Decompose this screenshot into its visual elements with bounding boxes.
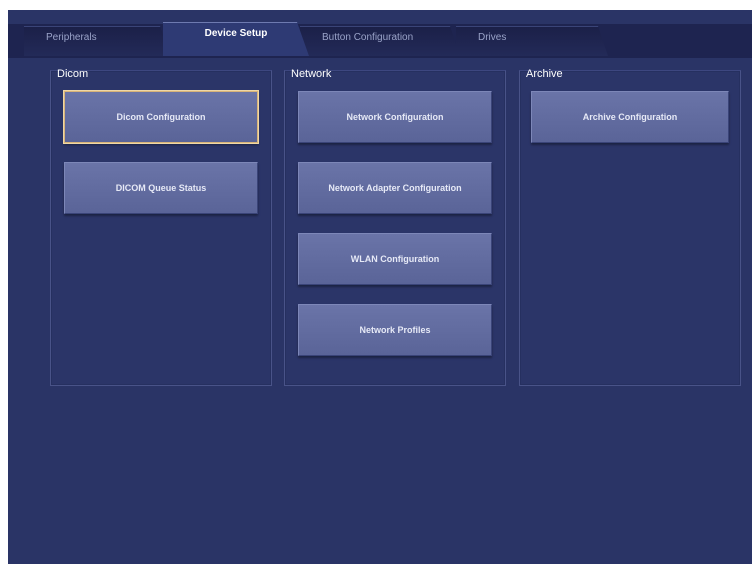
dicom-queue-status-button[interactable]: DICOM Queue Status: [64, 162, 258, 214]
dicom-group: Dicom Dicom Configuration DICOM Queue St…: [50, 68, 272, 386]
archive-group: Archive Archive Configuration: [519, 68, 741, 386]
network-group: Network Network Configuration Network Ad…: [284, 68, 506, 386]
network-adapter-configuration-button[interactable]: Network Adapter Configuration: [298, 162, 492, 214]
tab-button-configuration-label: Button Configuration: [322, 32, 414, 43]
network-configuration-button[interactable]: Network Configuration: [298, 91, 492, 143]
dicom-queue-status-label: DICOM Queue Status: [115, 183, 207, 193]
tab-button-configuration[interactable]: Button Configuration: [300, 26, 460, 56]
tab-device-setup-label: Device Setup: [204, 28, 268, 39]
archive-configuration-button[interactable]: Archive Configuration: [531, 91, 729, 143]
dicom-configuration-label: Dicom Configuration: [116, 112, 206, 122]
wlan-configuration-label: WLAN Configuration: [350, 254, 440, 264]
tab-peripherals-label: Peripherals: [46, 32, 97, 43]
tab-peripherals[interactable]: Peripherals: [24, 26, 170, 56]
tab-device-setup[interactable]: Device Setup: [163, 22, 309, 56]
archive-configuration-label: Archive Configuration: [582, 112, 678, 122]
network-profiles-button[interactable]: Network Profiles: [298, 304, 492, 356]
dicom-configuration-button[interactable]: Dicom Configuration: [63, 90, 259, 144]
wlan-configuration-button[interactable]: WLAN Configuration: [298, 233, 492, 285]
archive-group-label: Archive: [526, 68, 563, 80]
network-group-label: Network: [291, 68, 332, 80]
dicom-group-label: Dicom: [57, 68, 89, 80]
network-adapter-configuration-label: Network Adapter Configuration: [328, 183, 462, 193]
tab-drives-label: Drives: [478, 32, 507, 43]
network-profiles-label: Network Profiles: [359, 325, 431, 335]
device-setup-window: Peripherals Button Configuration Drives …: [8, 10, 752, 564]
tab-drives[interactable]: Drives: [456, 26, 608, 56]
network-configuration-label: Network Configuration: [346, 112, 444, 122]
